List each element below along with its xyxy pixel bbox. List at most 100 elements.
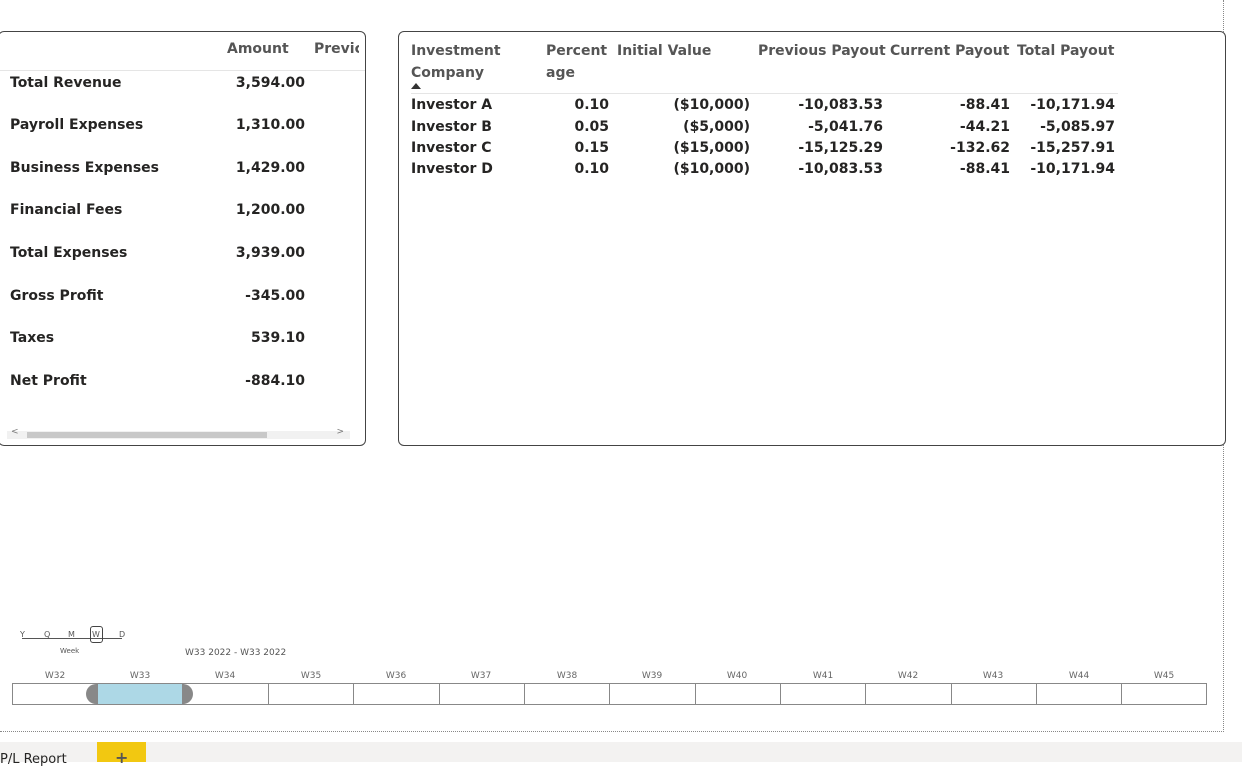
timeline-cell-divider	[439, 683, 440, 705]
week-label: W43	[982, 671, 1004, 681]
cell-current-payout: -88.41	[959, 161, 1010, 177]
horizontal-scrollbar[interactable]: < >	[7, 427, 350, 439]
pl-matrix-header: Amount Previc	[0, 32, 365, 71]
cell-company: Investor D	[411, 161, 493, 177]
table-row[interactable]: Investor B 0.05 ($5,000) -5,041.76 -44.2…	[399, 119, 1225, 140]
plus-icon: +	[115, 748, 129, 767]
granularity-label: Week	[60, 647, 80, 655]
page-tabs-bar: P/L Report	[0, 742, 1242, 767]
pl-row[interactable]: Total Expenses 3,939.00	[0, 245, 365, 265]
granularity-day[interactable]: D	[119, 630, 125, 639]
header-line: Company	[411, 65, 485, 81]
header-line: Investment	[411, 43, 501, 59]
table-row[interactable]: Investor D 0.10 ($10,000) -10,083.53 -88…	[399, 161, 1225, 182]
granularity-quarter[interactable]: Q	[44, 630, 50, 639]
timeline-selection[interactable]	[97, 684, 182, 704]
row-label: Gross Profit	[10, 288, 104, 304]
scroll-left-arrow-icon[interactable]: <	[11, 427, 19, 437]
page-tab-pl-report[interactable]: P/L Report	[0, 752, 67, 767]
timeline-cell-divider	[524, 683, 525, 705]
cell-previous-payout: -15,125.29	[798, 140, 883, 156]
table-row[interactable]: Investor C 0.15 ($15,000) -15,125.29 -13…	[399, 140, 1225, 161]
row-amount: -884.10	[245, 373, 305, 389]
column-header-amount[interactable]: Amount	[227, 41, 289, 57]
pl-row[interactable]: Financial Fees 1,200.00	[0, 202, 365, 222]
cell-percent: 0.15	[574, 140, 609, 156]
row-amount: 3,939.00	[235, 245, 305, 261]
cell-total-payout: -10,171.94	[1030, 97, 1115, 113]
column-header-total-payout[interactable]: Total Payout	[1017, 40, 1114, 62]
row-label: Total Expenses	[10, 245, 128, 261]
granularity-month[interactable]: M	[68, 630, 75, 639]
row-label: Total Revenue	[10, 75, 122, 91]
header-line: Percent	[546, 43, 608, 59]
week-label: W32	[44, 671, 66, 681]
row-label: Payroll Expenses	[10, 117, 144, 133]
timeline-cell-divider	[609, 683, 610, 705]
cell-previous-payout: -10,083.53	[798, 161, 883, 177]
granularity-year[interactable]: Y	[20, 630, 25, 639]
cell-company: Investor C	[411, 140, 492, 156]
timeline-range-label: W33 2022 - W33 2022	[185, 648, 287, 658]
row-label: Taxes	[10, 330, 55, 346]
row-amount: 1,429.00	[235, 160, 305, 176]
cell-total-payout: -10,171.94	[1030, 161, 1115, 177]
week-label: W40	[726, 671, 748, 681]
row-amount: 1,310.00	[235, 117, 305, 133]
pl-matrix-visual[interactable]: Amount Previc Total Revenue 3,594.00 Payr…	[0, 31, 366, 446]
week-label: W33	[129, 671, 151, 681]
cell-current-payout: -132.62	[950, 140, 1010, 156]
row-amount: 1,200.00	[235, 202, 305, 218]
cell-percent: 0.05	[574, 119, 609, 135]
pl-row[interactable]: Payroll Expenses 1,310.00	[0, 117, 365, 137]
sort-ascending-icon[interactable]	[411, 83, 421, 89]
cell-previous-payout: -10,083.53	[798, 97, 883, 113]
timeline-cell-divider	[1036, 683, 1037, 705]
cell-company: Investor A	[411, 97, 493, 113]
granularity-week[interactable]: W	[92, 630, 100, 639]
pl-row[interactable]: Gross Profit -345.00	[0, 288, 365, 308]
cell-initial-value: ($10,000)	[673, 161, 750, 177]
week-label: W41	[812, 671, 834, 681]
pl-row[interactable]: Taxes 539.10	[0, 330, 365, 350]
row-label: Financial Fees	[10, 202, 123, 218]
timeline-cell-divider	[780, 683, 781, 705]
cell-previous-payout: -5,041.76	[808, 119, 883, 135]
cell-total-payout: -15,257.91	[1030, 140, 1115, 156]
column-header-percentage[interactable]: Percent age	[546, 40, 607, 84]
week-label: W37	[470, 671, 492, 681]
row-amount: 539.10	[250, 330, 305, 346]
table-row[interactable]: Investor A 0.10 ($10,000) -10,083.53 -88…	[399, 97, 1225, 118]
pl-row[interactable]: Net Profit -884.10	[0, 373, 365, 393]
week-label: W38	[556, 671, 578, 681]
cell-company: Investor B	[411, 119, 492, 135]
row-amount: 3,594.00	[235, 75, 305, 91]
week-label: W35	[300, 671, 322, 681]
scroll-right-arrow-icon[interactable]: >	[336, 427, 344, 437]
column-header-investment-company[interactable]: Investment Company	[411, 40, 501, 84]
week-label: W36	[385, 671, 407, 681]
timeline-cell-divider	[353, 683, 354, 705]
add-page-button[interactable]: +	[97, 742, 146, 766]
timeline-cell-divider	[97, 683, 98, 705]
row-label: Business Expenses	[10, 160, 160, 176]
scrollbar-thumb[interactable]	[27, 432, 267, 438]
column-header-initial-value[interactable]: Initial Value	[617, 40, 711, 62]
column-header-previous-payout[interactable]: Previous Payout	[758, 40, 886, 62]
investor-table-visual[interactable]: Investment Company Percent age Initial V…	[398, 31, 1226, 446]
pl-row[interactable]: Total Revenue 3,594.00	[0, 75, 365, 95]
cell-initial-value: ($5,000)	[683, 119, 750, 135]
week-label: W39	[641, 671, 663, 681]
timeline-cell-divider	[865, 683, 866, 705]
pl-row[interactable]: Business Expenses 1,429.00	[0, 160, 365, 180]
cell-current-payout: -88.41	[959, 97, 1010, 113]
week-label: W45	[1153, 671, 1175, 681]
header-divider	[411, 93, 1118, 94]
week-label: W44	[1068, 671, 1090, 681]
column-header-current-payout[interactable]: Current Payout	[890, 40, 1009, 62]
row-label: Net Profit	[10, 373, 87, 389]
column-header-previous[interactable]: Previc	[314, 41, 359, 57]
timeline-cell-divider	[1121, 683, 1122, 705]
granularity-selector[interactable]: Y Q M W D Week	[14, 626, 134, 657]
timeline-cell-divider	[951, 683, 952, 705]
